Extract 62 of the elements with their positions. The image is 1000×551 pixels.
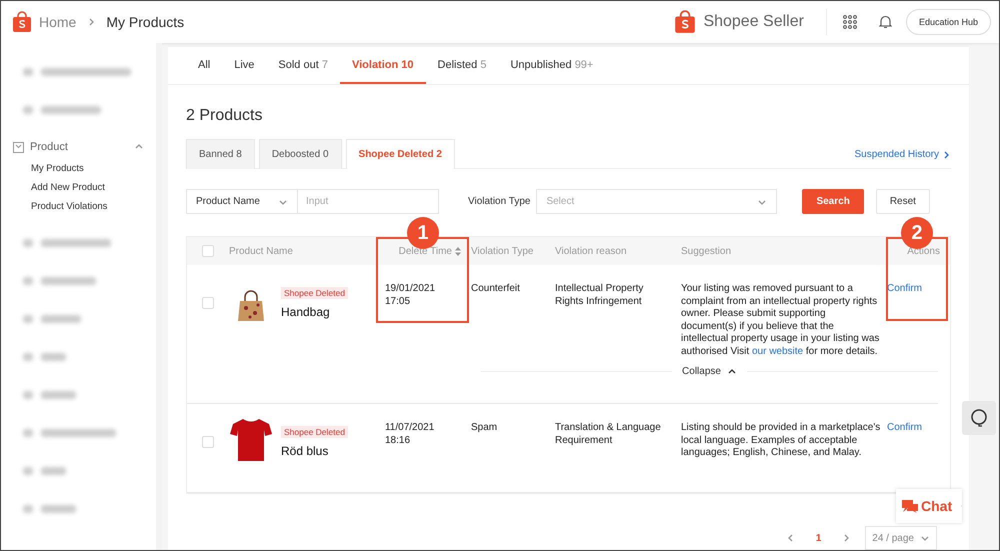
status-badge: Shopee Deleted: [280, 287, 348, 299]
bell-icon[interactable]: [878, 15, 892, 29]
product-name[interactable]: Handbag: [280, 305, 348, 319]
education-hub-button[interactable]: Education Hub: [906, 9, 991, 35]
collapse-toggle[interactable]: Collapse: [682, 366, 737, 377]
violation-type: Spam: [470, 422, 498, 435]
suggestion-text: Your listing was removed pursuant to a complaint from an intellectual property rights owner. Please submit supporting document(s) if you believe that the intellectual property usage in your listing was authorised Visit our website for more details.: [680, 283, 880, 358]
status-tab[interactable]: Unpublished 99+: [498, 47, 606, 84]
search-button[interactable]: Search: [802, 189, 864, 214]
delete-date: 19/01/2021: [384, 283, 436, 294]
shopping-bag-logo-icon: [11, 11, 33, 33]
violation-reason: Translation & Language Requirement: [554, 422, 662, 448]
suspended-history-link[interactable]: Suspended History: [854, 149, 951, 160]
status-tab[interactable]: Violation 10: [340, 47, 426, 84]
column-header: Violation reason: [554, 246, 627, 256]
page-button[interactable]: 1: [810, 532, 828, 544]
delete-time: 17:05: [384, 296, 410, 306]
website-link[interactable]: our website: [752, 346, 804, 356]
confirm-link[interactable]: Confirm: [886, 422, 938, 462]
row-checkbox[interactable]: [202, 436, 214, 448]
chat-button[interactable]: Chat: [902, 498, 952, 514]
sidebar-section[interactable]: Product: [30, 141, 128, 153]
product-search-field[interactable]: Input: [298, 189, 439, 214]
page-size-select[interactable]: 24 / page: [865, 526, 937, 550]
chat-bubble-icon: [902, 499, 918, 513]
box-icon: [13, 142, 24, 152]
status-tab[interactable]: All: [186, 47, 222, 84]
suggestion-text: Listing should be provided in a marketplace's local language. Examples of acceptable languages; English, Chinese, and Malay.: [680, 422, 882, 460]
delete-date: 11/07/2021: [384, 422, 434, 433]
status-tab[interactable]: Sold out 7: [266, 47, 340, 84]
product-name-select[interactable]: Product Name: [186, 189, 298, 214]
step-number: 2: [900, 217, 933, 249]
apps-grid-icon[interactable]: [842, 15, 857, 29]
headset-icon: [969, 408, 989, 428]
column-header: Suggestion: [680, 246, 732, 256]
product-name[interactable]: Röd blus: [280, 444, 348, 458]
products-heading: 2 Products: [186, 107, 264, 125]
violation-type-label: Violation Type: [468, 196, 530, 207]
shopping-bag-logo-icon: [673, 10, 698, 34]
violation-tab[interactable]: Banned 8: [186, 139, 255, 169]
sidebar-item[interactable]: My Products: [1, 159, 156, 178]
status-badge: Shopee Deleted: [280, 426, 348, 438]
select-all-checkbox[interactable]: [202, 245, 214, 257]
violation-tab[interactable]: Deboosted 0: [258, 139, 342, 169]
tshirt-photo: [228, 416, 273, 462]
violation-type: Counterfeit: [470, 283, 521, 296]
confirm-link[interactable]: Confirm: [886, 283, 938, 358]
headset-button[interactable]: [962, 401, 996, 435]
column-header: Violation Type: [470, 246, 534, 256]
reset-button[interactable]: Reset: [876, 189, 930, 214]
status-tab[interactable]: Live: [222, 47, 266, 84]
sidebar-item[interactable]: Add New Product: [1, 178, 156, 197]
page-title: My Products: [106, 14, 184, 30]
delete-time: 18:16: [384, 434, 410, 446]
row-checkbox[interactable]: [202, 297, 214, 309]
breadcrumb-link[interactable]: Home: [39, 14, 76, 30]
status-tab[interactable]: Delisted 5: [426, 47, 498, 84]
sidebar-item[interactable]: Product Violations: [1, 197, 156, 216]
violation-tab[interactable]: Shopee Deleted 2: [346, 139, 455, 169]
brand-name: Shopee Seller: [703, 13, 804, 31]
violation-reason: Intellectual Property Rights Infringement: [554, 283, 644, 308]
column-header: Product Name: [228, 246, 293, 256]
